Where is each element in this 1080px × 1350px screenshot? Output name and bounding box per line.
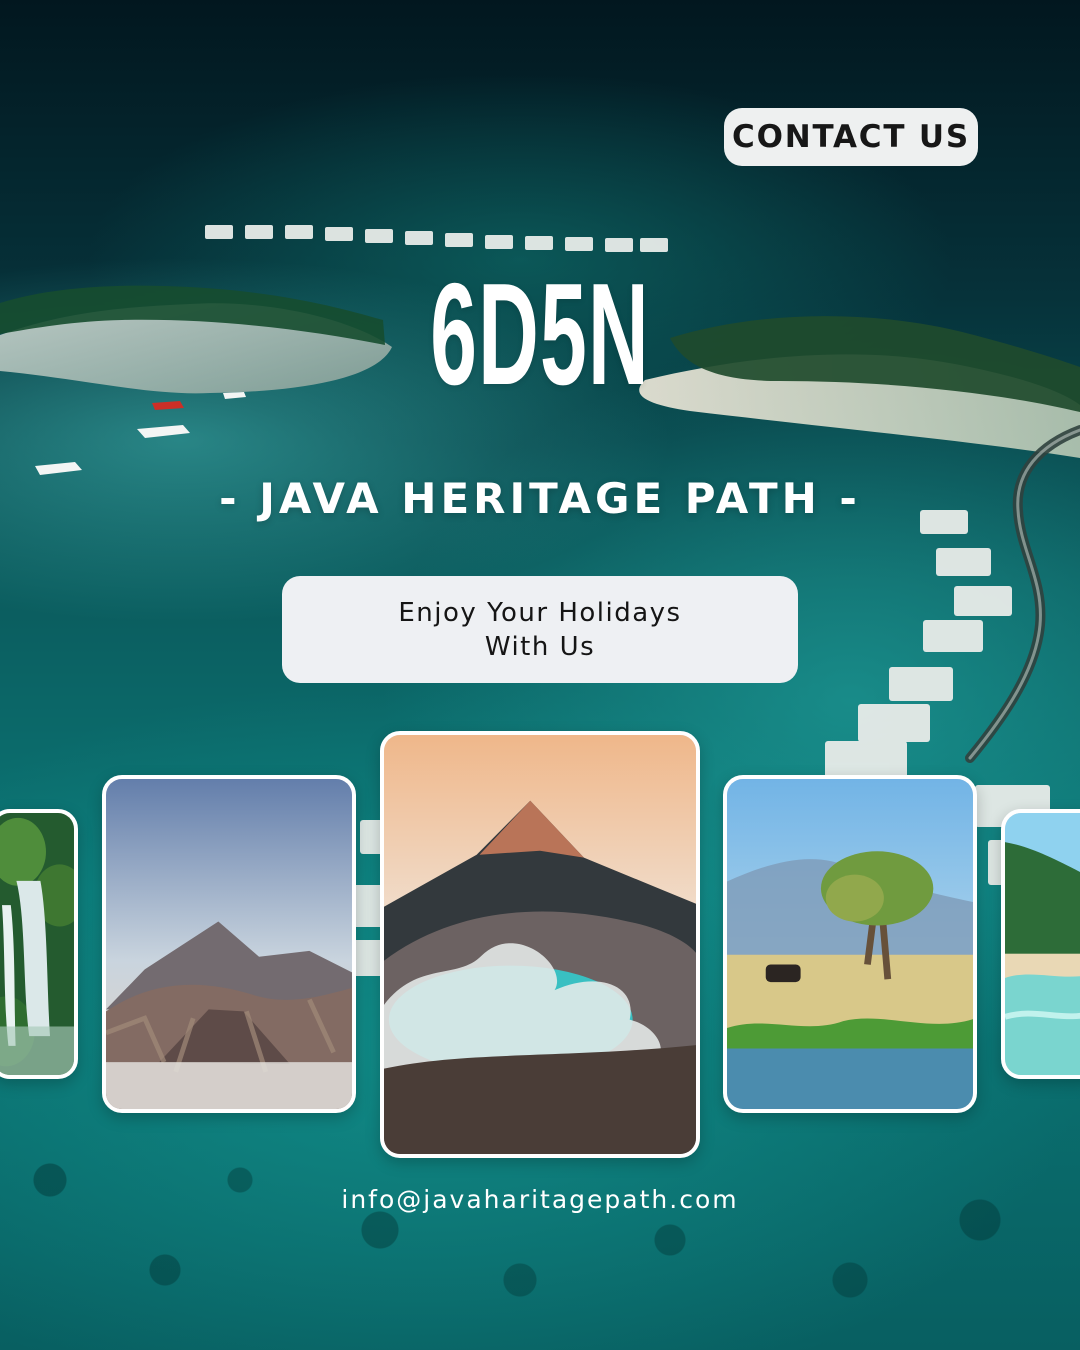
- waterfall-photo: [0, 813, 74, 1075]
- tour-package-title: - JAVA HERITAGE PATH -: [219, 474, 861, 523]
- clear-water: [1005, 974, 1080, 1075]
- villa: [325, 227, 353, 241]
- travel-poster: CONTACT US 6D5N - JAVA HERITAGE PATH - E…: [0, 0, 1080, 1350]
- contact-email[interactable]: info@javaharitagepath.com: [0, 1185, 1080, 1214]
- savanna-tree-photo: [727, 779, 973, 1109]
- villa: [245, 225, 273, 239]
- villa: [365, 229, 393, 243]
- waterfall-photo-card: [0, 809, 78, 1079]
- villa: [445, 233, 473, 247]
- crater-lake-photo-card: [380, 731, 700, 1158]
- tropical-beach-photo-card: [1001, 809, 1080, 1079]
- trip-duration-title: 6D5N: [430, 253, 650, 415]
- holiday-tagline-card: Enjoy Your Holidays With Us: [282, 576, 798, 683]
- villa: [205, 225, 233, 239]
- buffalo: [765, 964, 801, 983]
- villa: [485, 235, 513, 249]
- crater-lake-photo: [384, 735, 696, 1154]
- villa: [605, 238, 633, 252]
- tree-canopy: [825, 874, 884, 922]
- villa: [285, 225, 313, 239]
- boat: [152, 401, 184, 410]
- savanna-tree-photo-card: [723, 775, 977, 1113]
- foreground-ridge: [384, 1045, 696, 1154]
- contact-us-button[interactable]: CONTACT US: [724, 108, 978, 166]
- overwater-villa: [889, 667, 953, 701]
- tropical-beach-photo: [1005, 813, 1080, 1075]
- villa: [640, 238, 668, 252]
- villa: [525, 236, 553, 250]
- overwater-villa: [858, 704, 930, 742]
- overwater-villa: [936, 548, 991, 576]
- overwater-villa: [954, 586, 1012, 616]
- tagline-line-1: Enjoy Your Holidays: [398, 597, 682, 628]
- villa: [405, 231, 433, 245]
- morning-mist: [106, 1062, 352, 1109]
- volcano-landscape-photo: [106, 779, 352, 1109]
- volcano-landscape-photo-card: [102, 775, 356, 1113]
- tagline-line-2: With Us: [484, 631, 596, 662]
- villa: [565, 237, 593, 251]
- overwater-villa: [923, 620, 983, 652]
- boats: [35, 392, 246, 475]
- boat: [137, 425, 190, 438]
- waterfall-mist: [0, 1026, 74, 1075]
